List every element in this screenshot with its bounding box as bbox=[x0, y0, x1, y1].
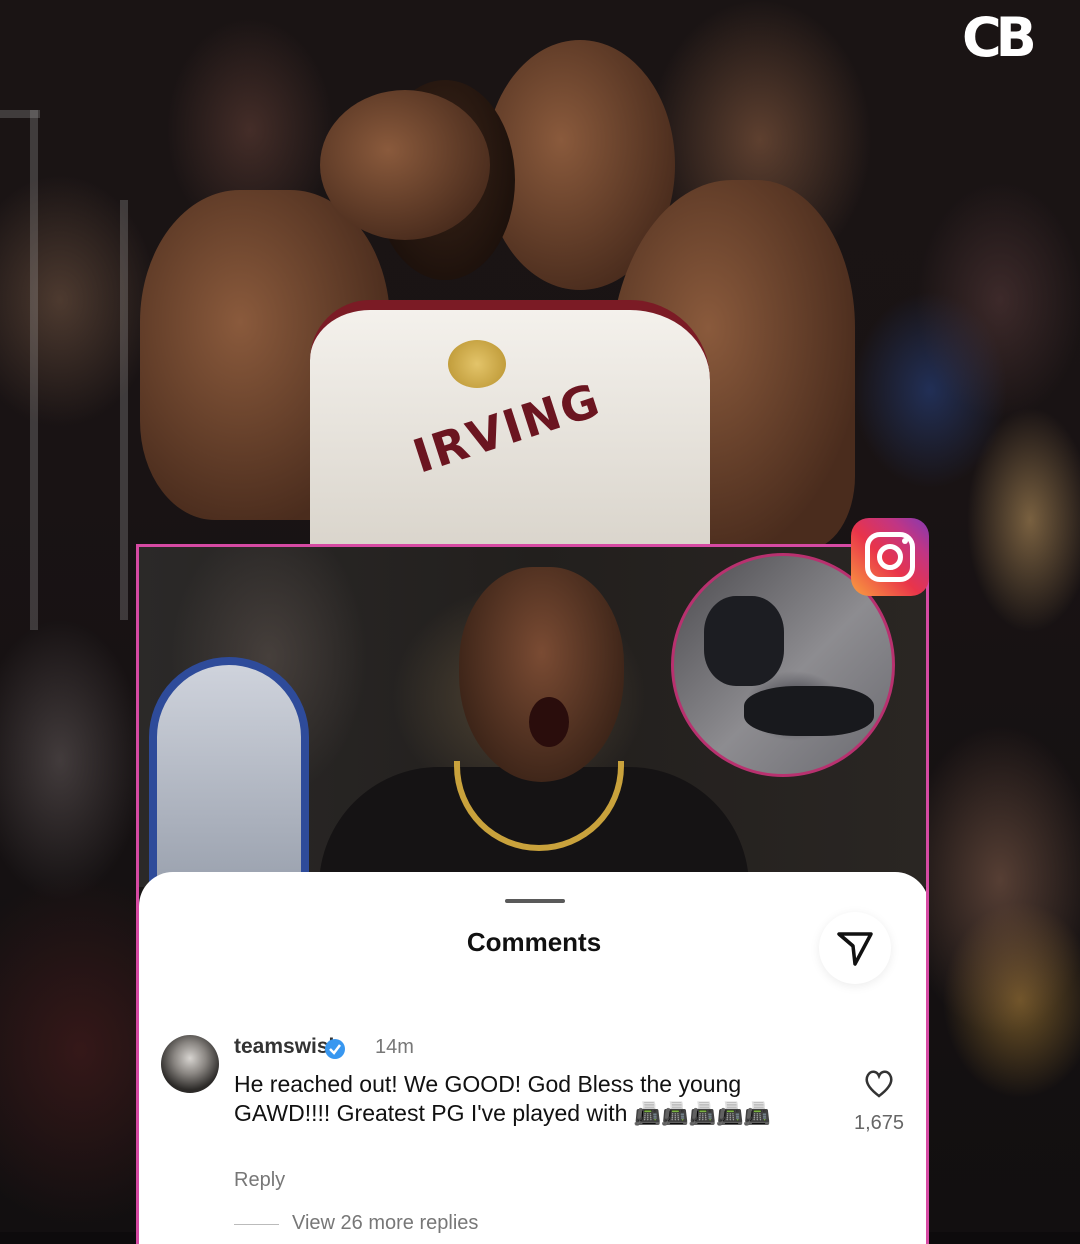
like-count: 1,675 bbox=[853, 1112, 905, 1134]
send-button[interactable] bbox=[819, 912, 891, 984]
comment-text: He reached out! We GOOD! God Bless the y… bbox=[234, 1070, 824, 1128]
player-mouth bbox=[529, 697, 569, 747]
drag-handle[interactable] bbox=[505, 899, 565, 903]
background-player bbox=[149, 657, 309, 887]
send-icon bbox=[837, 932, 873, 966]
cb-logo: CB bbox=[962, 6, 1037, 69]
comment-time: 14m bbox=[375, 1036, 414, 1058]
instagram-icon bbox=[851, 518, 929, 596]
comments-title: Comments bbox=[466, 927, 602, 957]
reply-button[interactable]: Reply bbox=[234, 1169, 285, 1192]
instagram-post-card: Comments teamswish 14m He reached out! W… bbox=[136, 544, 929, 1244]
verified-badge-icon bbox=[325, 1039, 345, 1059]
comments-sheet: Comments teamswish 14m He reached out! W… bbox=[139, 872, 926, 1244]
player-head bbox=[459, 567, 624, 782]
fax-emojis: 📠📠📠📠📠 bbox=[633, 1101, 771, 1126]
video-frame[interactable] bbox=[139, 547, 926, 887]
reply-divider bbox=[234, 1224, 279, 1225]
finals-patch bbox=[448, 340, 506, 388]
heart-icon[interactable] bbox=[863, 1069, 895, 1099]
avatar[interactable] bbox=[161, 1035, 219, 1093]
